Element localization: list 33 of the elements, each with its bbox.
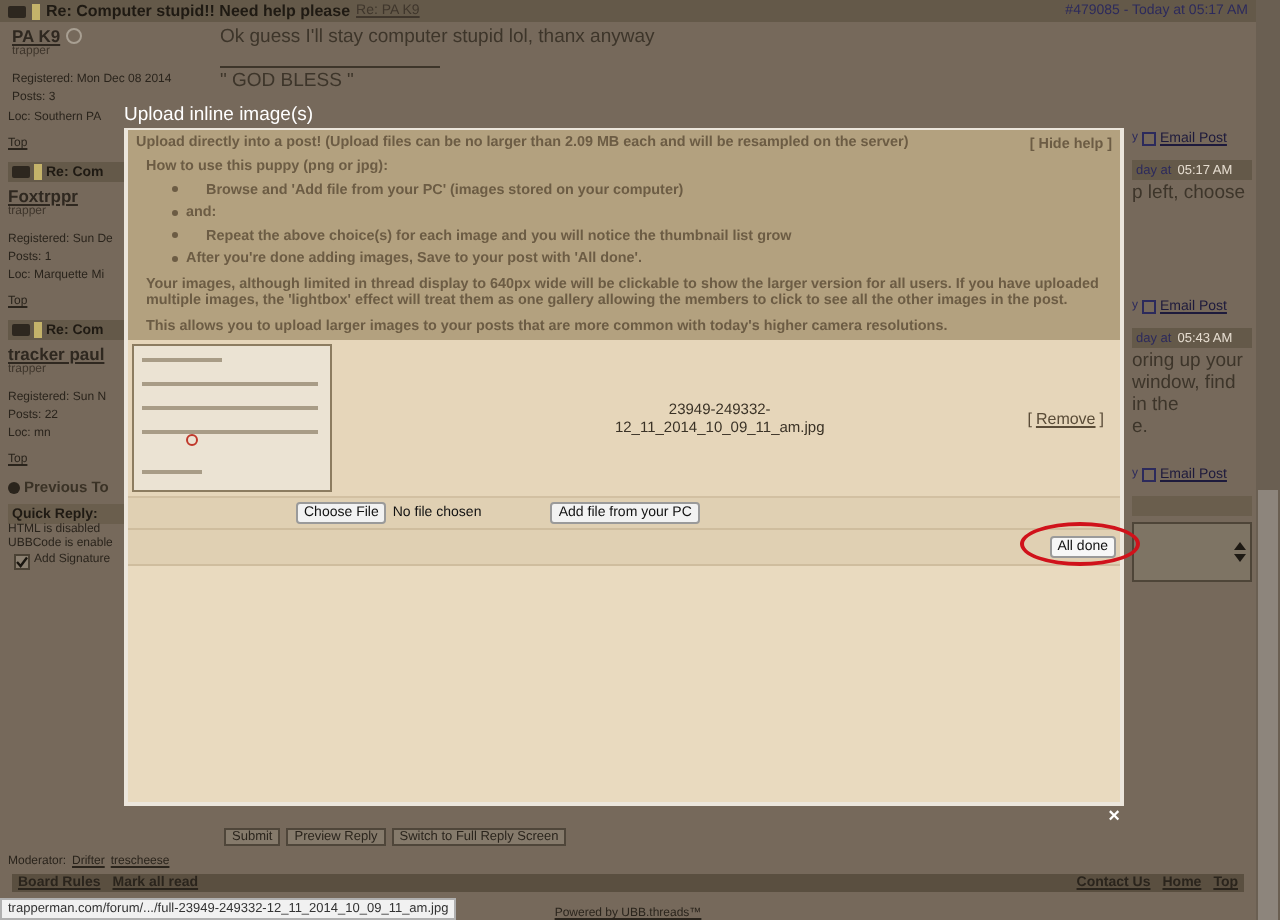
- scrollbar-thumb[interactable]: [1258, 490, 1278, 920]
- bullet-icon: [172, 186, 178, 193]
- reply-text-area[interactable]: [1132, 522, 1252, 582]
- note-icon: [32, 3, 40, 19]
- username-link[interactable]: PA K9: [12, 26, 61, 46]
- message-fragment: p left, choose: [1132, 182, 1248, 204]
- offline-status-icon: [66, 28, 83, 44]
- bracket-text: [: [1027, 409, 1032, 427]
- forum-icon: [8, 5, 26, 17]
- username-link[interactable]: Foxtrppr: [8, 186, 78, 206]
- forum-icon: [12, 324, 30, 336]
- message-fragment: e.: [1132, 416, 1150, 438]
- note-icon: [34, 164, 42, 180]
- scroll-arrows-icon: [1234, 540, 1246, 564]
- forum-icon: [12, 166, 30, 178]
- username-link[interactable]: tracker paul: [8, 344, 105, 364]
- remove-link[interactable]: Remove: [1035, 409, 1096, 427]
- post-message: Ok guess I'll stay computer stupid lol, thanx anyway: [220, 26, 655, 48]
- note-icon: [34, 322, 42, 338]
- bracket-text: ]: [1099, 409, 1104, 427]
- bullet-icon: [172, 232, 178, 239]
- message-fragment: oring up your: [1132, 350, 1245, 372]
- message-fragment: window, find: [1132, 372, 1238, 394]
- close-button[interactable]: ×: [1104, 806, 1124, 828]
- scrollbar[interactable]: [1256, 0, 1280, 920]
- thumbnail-drawing[interactable]: [132, 344, 332, 492]
- message-fragment: in the: [1132, 394, 1181, 416]
- post-title: Re: Computer stupid!! Need help please: [46, 2, 351, 20]
- dialog-title: Upload inline image(s): [124, 104, 316, 128]
- bullet-icon: [172, 255, 178, 262]
- bullet-icon: [172, 209, 178, 216]
- signature-checkbox[interactable]: [14, 553, 30, 569]
- signature-text: " GOD BLESS ": [220, 70, 354, 92]
